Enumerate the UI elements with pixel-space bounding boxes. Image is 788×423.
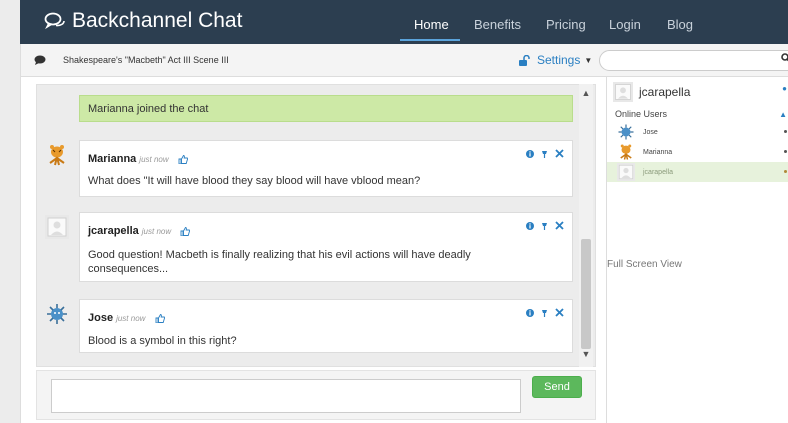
status-dot — [784, 170, 787, 173]
online-user-item[interactable]: jcarapella — [607, 162, 788, 182]
online-users-list: Jose Marianna jcarapella — [607, 122, 788, 182]
caret-down-icon: ▼ — [584, 55, 593, 65]
message-author: Jose — [88, 312, 114, 324]
pin-icon[interactable] — [540, 221, 549, 230]
message-input[interactable] — [51, 379, 521, 413]
online-user-name: jcarapella — [643, 168, 673, 176]
pin-icon[interactable] — [540, 308, 549, 317]
message-text: What does "It will have blood they say b… — [88, 175, 421, 187]
nav-links: Home Benefits Pricing Login Blog — [20, 0, 788, 44]
full-screen-view-link[interactable]: Full Screen View — [607, 259, 682, 270]
current-user-name: jcarapella — [639, 85, 691, 99]
join-notification: Marianna joined the chat — [79, 95, 573, 122]
message-actions — [526, 221, 564, 230]
nav-blog-link[interactable]: Blog — [667, 17, 693, 32]
search-input[interactable] — [599, 50, 788, 71]
online-user-name: Jose — [643, 128, 658, 136]
thumbs-up-icon[interactable] — [180, 226, 191, 236]
nav-login-link[interactable]: Login — [609, 17, 641, 32]
nav-benefits-link[interactable]: Benefits — [474, 17, 521, 32]
nav-home-link[interactable]: Home — [414, 17, 449, 32]
germ-avatar-icon — [618, 124, 634, 140]
speech-bubble-icon — [34, 55, 46, 65]
room-toolbar: Shakespeare's "Macbeth" Act III Scene II… — [21, 44, 788, 77]
chat-log[interactable]: Marianna joined the chat Marianna just no… — [36, 84, 596, 367]
tiger-avatar-icon — [620, 144, 632, 160]
message-card: Marianna just now What does "It will have… — [79, 140, 573, 197]
online-users-toggle-icon[interactable]: ▲ — [779, 110, 787, 119]
close-icon[interactable] — [555, 308, 564, 317]
online-user-name: Marianna — [643, 148, 673, 156]
send-button[interactable]: Send — [532, 376, 582, 398]
settings-label: Settings — [537, 53, 581, 67]
chat-panel: Shakespeare's "Macbeth" Act III Scene II… — [20, 44, 788, 423]
close-icon[interactable] — [555, 221, 564, 230]
search-icon[interactable] — [781, 53, 788, 63]
info-icon[interactable] — [526, 221, 534, 230]
thumbs-up-icon[interactable] — [178, 154, 188, 164]
status-dot — [784, 130, 787, 133]
thumbs-up-icon[interactable] — [155, 313, 165, 323]
scroll-down-arrow-icon[interactable]: ▼ — [579, 349, 593, 359]
unlock-icon — [519, 54, 530, 66]
message-card: jcarapella just now Good question! Macbet… — [79, 212, 573, 282]
close-icon[interactable] — [555, 149, 564, 158]
message-text: Good question! Macbeth is finally realiz… — [88, 249, 471, 275]
room-title: Shakespeare's "Macbeth" Act III Scene II… — [63, 55, 229, 65]
message-timestamp: just now — [116, 314, 146, 323]
message-timestamp: just now — [139, 155, 169, 164]
germ-avatar-icon — [47, 304, 67, 324]
online-user-item[interactable]: Jose — [607, 122, 788, 142]
status-dot — [784, 150, 787, 153]
tiger-avatar-icon — [49, 145, 65, 166]
active-nav-indicator — [400, 39, 460, 41]
top-navbar: Backchannel Chat Home Benefits Pricing L… — [20, 0, 788, 44]
message-author: jcarapella — [88, 225, 139, 237]
pin-icon[interactable] — [540, 149, 549, 158]
info-icon[interactable] — [526, 149, 534, 158]
message-timestamp: just now — [141, 227, 172, 236]
message-actions — [526, 149, 564, 158]
message-author: Marianna — [88, 153, 137, 165]
scroll-up-arrow-icon[interactable]: ▲ — [579, 88, 593, 98]
message-text: Blood is a symbol in this right? — [88, 335, 237, 347]
message-header: Jose just now — [88, 312, 165, 324]
message-actions — [526, 308, 564, 317]
user-menu-icon[interactable]: ● — [782, 84, 787, 93]
chat-scrollbar[interactable]: ▲ ▼ — [579, 84, 593, 367]
message-header: jcarapella just now — [88, 225, 191, 237]
info-icon[interactable] — [526, 308, 534, 317]
current-user[interactable]: jcarapella — [613, 82, 690, 102]
nav-pricing-link[interactable]: Pricing — [546, 17, 586, 32]
settings-dropdown[interactable]: Settings ▼ — [519, 53, 592, 67]
online-user-item[interactable]: Marianna — [607, 142, 788, 162]
online-users-title: Online Users — [615, 109, 668, 119]
message-composer: Send — [36, 370, 596, 420]
message-header: Marianna just now — [88, 153, 188, 165]
default-avatar-icon — [617, 163, 635, 181]
default-avatar-icon — [45, 215, 69, 239]
scroll-thumb[interactable] — [581, 239, 591, 349]
default-avatar-icon — [613, 82, 633, 102]
message-card: Jose just now Blood is a symbol in this r… — [79, 299, 573, 353]
